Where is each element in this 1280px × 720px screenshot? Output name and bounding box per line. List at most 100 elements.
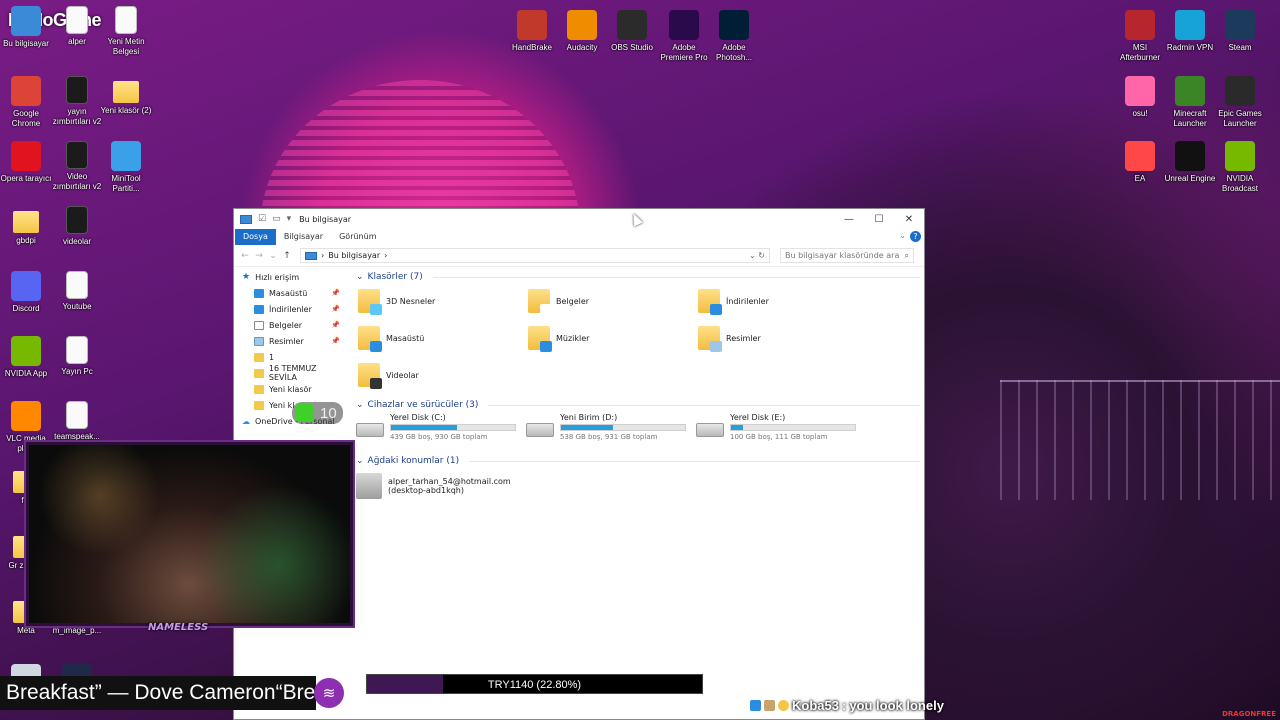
chevron-down-icon[interactable]: ▾ xyxy=(287,214,292,224)
desktop-shortcut[interactable]: MSI Afterburner xyxy=(1114,10,1166,63)
nav-item-label: Yeni klasör xyxy=(269,384,312,394)
properties-icon[interactable]: ☑ xyxy=(258,214,266,224)
desktop-shortcut[interactable]: Opera tarayıcı xyxy=(0,141,52,184)
help-icon[interactable]: ? xyxy=(910,231,921,242)
desktop-shortcut[interactable]: Bu bilgisayar xyxy=(0,6,52,49)
drives-group-header[interactable]: ⌄ Cihazlar ve sürücüler (3) xyxy=(352,397,920,413)
search-icon: ⌕ xyxy=(904,250,909,260)
desktop-shortcut[interactable]: Yeni Metin Belgesi xyxy=(100,6,152,57)
new-folder-icon[interactable]: ▭ xyxy=(272,214,281,224)
folder-item[interactable]: Müzikler xyxy=(528,322,688,354)
drive-item[interactable]: Yeni Birim (D:) 538 GB boş, 931 GB toplam xyxy=(526,413,696,449)
folders-group-header[interactable]: ⌄ Klasörler (7) xyxy=(352,269,920,285)
nav-item[interactable]: İndirilenler 📌 xyxy=(234,301,346,317)
folder-item[interactable]: İndirilenler xyxy=(698,285,858,317)
desktop-shortcut[interactable]: EA xyxy=(1114,141,1166,184)
desktop-shortcut[interactable]: osu! xyxy=(1114,76,1166,119)
desktop-shortcut-label: teamspeak... xyxy=(54,432,100,441)
network-location-item[interactable]: alper_tarhan_54@hotmail.com (desktop-abd… xyxy=(356,469,511,503)
desktop-shortcut[interactable]: MiniTool Partiti... xyxy=(100,141,152,194)
folder-item[interactable]: Belgeler xyxy=(528,285,688,317)
drive-usage-fill xyxy=(731,425,744,430)
desktop-shortcut-label: Unreal Engine xyxy=(1164,174,1216,183)
folder-item[interactable]: 3D Nesneler xyxy=(358,285,518,317)
up-button[interactable]: ↑ xyxy=(280,251,294,261)
search-input[interactable]: Bu bilgisayar klasöründe ara ⌕ xyxy=(780,248,914,263)
desktop-shortcut[interactable]: teamspeak... xyxy=(51,401,103,442)
folder-item[interactable]: Masaüstü xyxy=(358,322,518,354)
drive-item[interactable]: Yerel Disk (C:) 439 GB boş, 930 GB toplam xyxy=(356,413,526,449)
address-bar[interactable]: › Bu bilgisayar › ⌄ ↻ xyxy=(300,248,770,263)
vlc-icon xyxy=(11,401,41,431)
forward-button[interactable]: → xyxy=(252,251,266,261)
nav-item[interactable]: 16 TEMMUZ SEVİLA xyxy=(234,364,346,382)
network-group-header[interactable]: ⌄ Ağdaki konumlar (1) xyxy=(352,453,920,469)
desktop-shortcut-label: yayın zımbırtıları v2 xyxy=(52,107,102,126)
desktop-shortcut[interactable]: NVIDIA App xyxy=(0,336,52,379)
desktop-shortcut[interactable]: NVIDIA Broadcast xyxy=(1214,141,1266,194)
tab-computer[interactable]: Bilgisayar xyxy=(276,229,331,245)
tab-view[interactable]: Görünüm xyxy=(331,229,384,245)
desktop-shortcut[interactable]: yayın zımbırtıları v2 xyxy=(51,76,103,127)
desktop-shortcut[interactable]: OBS Studio xyxy=(606,10,658,53)
desktop-shortcut[interactable]: Video zımbırtıları v2 xyxy=(51,141,103,192)
chat-text: you look lonely xyxy=(849,698,944,713)
nav-item[interactable]: 1 xyxy=(234,349,346,365)
folder-label: Videolar xyxy=(386,370,419,380)
desktop-shortcut[interactable]: Steam xyxy=(1214,10,1266,53)
desktop-shortcut[interactable]: Discord xyxy=(0,271,52,314)
drive-item[interactable]: Yerel Disk (E:) 100 GB boş, 111 GB toplam xyxy=(696,413,866,449)
desktop-shortcut[interactable]: Minecraft Launcher xyxy=(1164,76,1216,129)
download-icon xyxy=(254,304,264,314)
folder-label: İndirilenler xyxy=(726,296,769,306)
steam-icon xyxy=(1225,10,1255,40)
desktop-shortcut-label: osu! xyxy=(1132,109,1148,118)
refresh-icon[interactable]: ⌄ ↻ xyxy=(749,251,765,260)
desktop-shortcut[interactable]: Epic Games Launcher xyxy=(1214,76,1266,129)
back-button[interactable]: ← xyxy=(238,251,252,261)
ribbon-expand-icon[interactable]: ⌄ xyxy=(899,231,906,240)
divider xyxy=(488,404,920,406)
sub-counter: 10 xyxy=(292,402,343,424)
radmin-icon xyxy=(1175,10,1205,40)
desktop-shortcut[interactable]: Audacity xyxy=(556,10,608,53)
pictures-icon xyxy=(254,336,264,346)
desktop-shortcut[interactable]: alper xyxy=(51,6,103,47)
nav-item[interactable]: Resimler 📌 xyxy=(234,333,346,349)
document-icon xyxy=(66,6,88,34)
recent-locations-icon[interactable]: ⌄ xyxy=(266,251,280,261)
desktop-shortcut[interactable]: Adobe Premiere Pro xyxy=(658,10,710,63)
nav-item[interactable]: Masaüstü 📌 xyxy=(234,285,346,301)
desktop-shortcut[interactable]: Youtube xyxy=(51,271,103,312)
folder-badge-icon xyxy=(370,341,382,352)
desktop-shortcut[interactable]: videolar xyxy=(51,206,103,247)
folder-item[interactable]: Resimler xyxy=(698,322,858,354)
desktop-shortcut-label: alper xyxy=(68,37,86,46)
desktop-shortcut[interactable]: Adobe Photosh... xyxy=(708,10,760,63)
desktop-shortcut[interactable]: Google Chrome xyxy=(0,76,52,129)
desktop-shortcut[interactable]: Yayın Pc xyxy=(51,336,103,377)
folder-icon xyxy=(698,289,722,315)
close-button[interactable]: ✕ xyxy=(894,209,924,229)
minimize-button[interactable]: — xyxy=(834,209,864,229)
desktop-shortcut[interactable]: Radmin VPN xyxy=(1164,10,1216,53)
desktop-shortcut-label: NVIDIA Broadcast xyxy=(1221,174,1259,193)
window-titlebar[interactable]: ☑ ▭ ▾ Bu bilgisayar — ☐ ✕ xyxy=(234,209,924,229)
nav-item[interactable]: Yeni klasör xyxy=(234,381,346,397)
folder-item[interactable]: Videolar xyxy=(358,359,518,391)
desktop-shortcut-label: m_image_p... xyxy=(52,626,102,635)
folder-badge-icon xyxy=(710,304,722,315)
desktop-shortcut[interactable]: HandBrake xyxy=(506,10,558,53)
maximize-button[interactable]: ☐ xyxy=(864,209,894,229)
nav-item[interactable]: Belgeler 📌 xyxy=(234,317,346,333)
tab-file[interactable]: Dosya xyxy=(235,229,276,245)
file-icon xyxy=(66,206,88,234)
desktop-shortcut[interactable]: gbdpi xyxy=(0,206,52,246)
window-controls: — ☐ ✕ xyxy=(834,209,924,229)
desktop-shortcut[interactable]: Yeni klasör (2) xyxy=(100,76,152,116)
desktop-shortcut[interactable]: Unreal Engine xyxy=(1164,141,1216,184)
pin-icon: 📌 xyxy=(331,337,340,345)
desktop-shortcut-label: Epic Games Launcher xyxy=(1218,109,1262,128)
nav-quick-access[interactable]: ★ Hızlı erişim xyxy=(234,269,346,285)
badge-icon xyxy=(778,700,789,711)
